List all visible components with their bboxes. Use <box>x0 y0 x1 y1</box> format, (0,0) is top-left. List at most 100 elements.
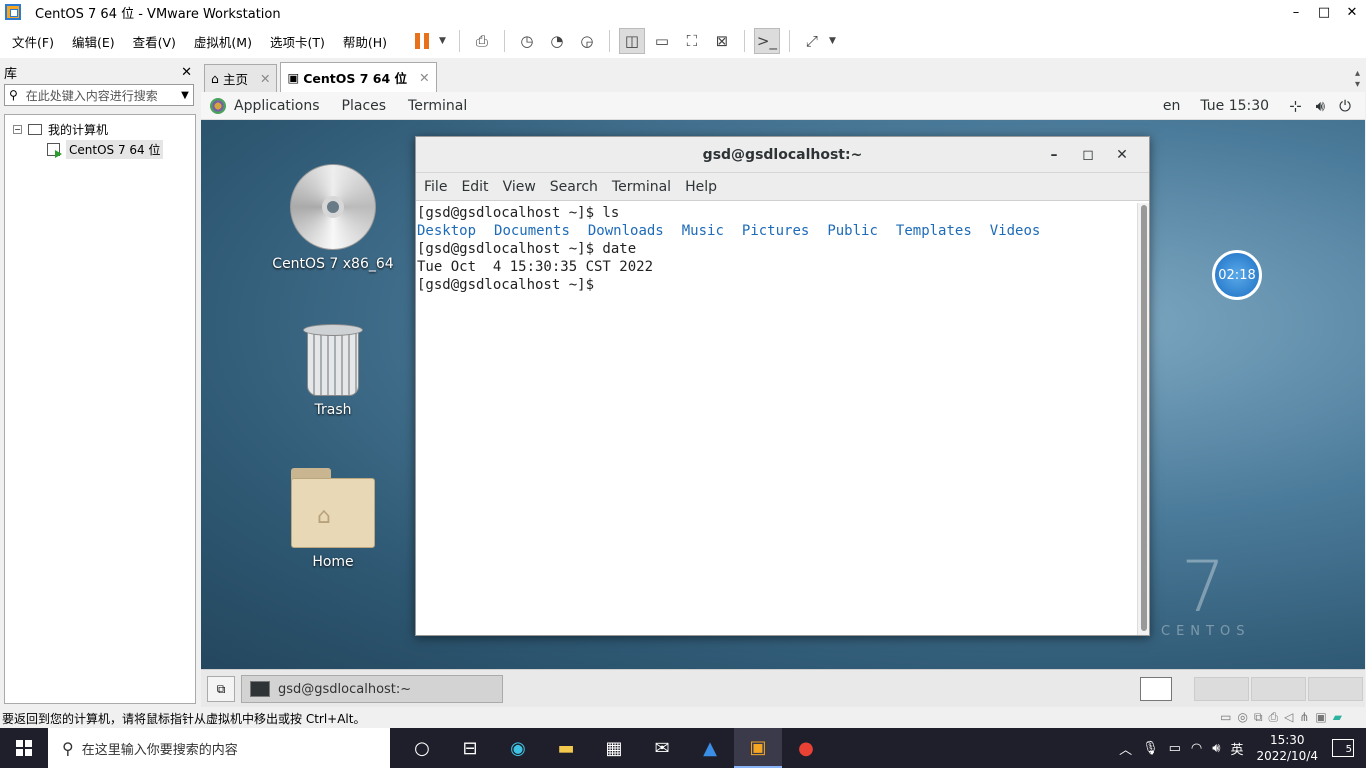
optical-disc-icon <box>290 164 376 250</box>
tree-item-my-computer[interactable]: − 我的计算机 <box>5 119 195 139</box>
terminal-maximize-button[interactable]: ◻ <box>1071 147 1105 163</box>
floating-clock-widget[interactable]: 02:18 <box>1212 250 1262 300</box>
desktop-icon-disc[interactable]: CentOS 7 x86_64 <box>268 164 398 272</box>
terminal-minimize-button[interactable]: – <box>1037 147 1071 163</box>
usb-icon[interactable]: ⋔ <box>1299 710 1309 725</box>
desktop-icon-trash[interactable]: Trash <box>268 324 398 418</box>
tab-centos-vm[interactable]: ▣ CentOS 7 64 位 ✕ <box>280 62 437 92</box>
mail-icon[interactable]: ✉ <box>638 728 686 768</box>
sound-card-icon[interactable]: ◁ <box>1284 710 1293 725</box>
scrollbar-thumb[interactable] <box>1141 205 1147 631</box>
volume-icon[interactable]: 🔊︎ <box>1212 741 1220 756</box>
search-icon: ⚲ <box>9 88 18 102</box>
notification-center-icon[interactable]: 5 <box>1332 739 1354 757</box>
console-view-icon[interactable]: >_ <box>753 28 780 54</box>
thumbnail-bar-icon[interactable]: ▭ <box>649 28 675 54</box>
file-explorer-icon[interactable]: ▬ <box>542 728 590 768</box>
network-adapter-icon[interactable]: ⧉ <box>1254 710 1263 725</box>
window-title: CentOS 7 64 位 - VMware Workstation <box>35 6 281 22</box>
taskbar-clock[interactable]: 15:30 2022/10/4 <box>1256 732 1318 764</box>
show-hidden-icons[interactable]: ︿ <box>1119 739 1132 758</box>
printer-icon[interactable]: ⎙ <box>1269 710 1279 725</box>
close-button[interactable]: ✕ <box>1338 0 1366 24</box>
workspace-3[interactable] <box>1251 677 1306 701</box>
terminal-menu-search[interactable]: Search <box>550 179 598 195</box>
send-ctrl-alt-del-icon[interactable]: ⎙ <box>469 28 495 54</box>
network-icon[interactable]: ⊹ <box>1289 97 1302 115</box>
terminal-output[interactable]: [gsd@gsdlocalhost ~]$ ls Desktop Documen… <box>416 203 1138 635</box>
minimize-button[interactable]: – <box>1282 0 1310 24</box>
cortana-icon[interactable]: ○ <box>398 728 446 768</box>
maximize-button[interactable]: □ <box>1310 0 1338 24</box>
terminal-close-button[interactable]: ✕ <box>1105 147 1139 163</box>
menu-help[interactable]: 帮助(H) <box>337 32 393 51</box>
toolbar-separator <box>503 30 505 52</box>
app-icon[interactable]: ▲ <box>686 728 734 768</box>
snapshot-manager-icon[interactable]: ◶ <box>574 28 600 54</box>
gnome-clock[interactable]: Tue 15:30 <box>1200 98 1269 114</box>
task-view-icon[interactable]: ⊟ <box>446 728 494 768</box>
battery-icon[interactable]: ▭ <box>1169 741 1181 756</box>
fullscreen-icon[interactable]: ⛶ <box>679 28 705 54</box>
chrome-icon[interactable]: ● <box>782 728 830 768</box>
terminal-window[interactable]: gsd@gsdlocalhost:~ – ◻ ✕ File Edit View … <box>415 136 1150 636</box>
menu-edit[interactable]: 编辑(E) <box>66 32 121 51</box>
tab-home[interactable]: ⌂ 主页 ✕ <box>204 64 278 92</box>
tab-scroll-icon[interactable]: ▴ ▾ <box>1355 68 1360 90</box>
tab-centos-close-icon[interactable]: ✕ <box>419 70 429 85</box>
show-desktop-icon[interactable]: ⧉ <box>207 676 235 702</box>
terminal-titlebar[interactable]: gsd@gsdlocalhost:~ – ◻ ✕ <box>416 137 1149 173</box>
terminal-scrollbar[interactable] <box>1137 203 1149 635</box>
window-list-terminal[interactable]: gsd@gsdlocalhost:~ <box>241 675 503 703</box>
gnome-places-menu[interactable]: Places <box>342 98 387 114</box>
gnome-applications-menu[interactable]: Applications <box>234 98 320 114</box>
menu-view[interactable]: 查看(V) <box>127 32 182 51</box>
workspace-4[interactable] <box>1308 677 1363 701</box>
power-icon[interactable]: ⏻ <box>1339 97 1351 115</box>
unity-icon[interactable]: ⊠ <box>709 28 735 54</box>
store-icon[interactable]: ▦ <box>590 728 638 768</box>
revert-snapshot-icon[interactable]: ◔ <box>544 28 570 54</box>
edge-icon[interactable]: ◉ <box>494 728 542 768</box>
menu-tabs[interactable]: 选项卡(T) <box>264 32 331 51</box>
microphone-icon[interactable]: 🎙︎ <box>1142 741 1159 756</box>
workspace-2[interactable] <box>1194 677 1249 701</box>
tree-item-centos-vm[interactable]: CentOS 7 64 位 <box>5 139 195 159</box>
message-icon[interactable]: ▰ <box>1333 710 1342 725</box>
snapshot-icon[interactable]: ◷ <box>514 28 540 54</box>
desktop-icon-home[interactable]: ⌂ Home <box>268 468 398 570</box>
library-search-placeholder: 在此处键入内容进行搜索 <box>25 88 158 103</box>
taskbar-search-box[interactable]: ⚲ 在这里输入你要搜索的内容 <box>48 728 390 768</box>
stretch-dropdown-icon[interactable]: ▼ <box>829 36 836 46</box>
terminal-menu-edit[interactable]: Edit <box>461 179 488 195</box>
cd-drive-icon[interactable]: ◎ <box>1237 710 1247 725</box>
hard-disk-icon[interactable]: ▭ <box>1220 710 1231 725</box>
show-library-icon[interactable]: ◫ <box>618 28 645 54</box>
vm-screen[interactable]: Applications Places Terminal en Tue 15:3… <box>201 92 1365 669</box>
library-search-input[interactable]: ⚲ 在此处键入内容进行搜索 ▼ <box>4 84 194 106</box>
wifi-icon[interactable]: ◠ <box>1191 741 1202 756</box>
start-button[interactable] <box>0 728 48 768</box>
gnome-language-indicator[interactable]: en <box>1163 98 1181 114</box>
collapse-icon[interactable]: − <box>13 124 22 134</box>
gnome-terminal-menu[interactable]: Terminal <box>408 98 467 114</box>
terminal-menu-help[interactable]: Help <box>685 179 717 195</box>
terminal-title: gsd@gsdlocalhost:~ <box>702 146 863 163</box>
taskbar-apps: ○ ⊟ ◉ ▬ ▦ ✉ ▲ ▣ ● <box>398 728 830 768</box>
pause-dropdown-icon[interactable]: ▼ <box>439 36 446 46</box>
pause-vm-button[interactable] <box>409 28 435 54</box>
menu-file[interactable]: 文件(F) <box>6 32 60 51</box>
display-icon[interactable]: ▣ <box>1315 710 1326 725</box>
search-dropdown-icon[interactable]: ▼ <box>177 90 193 101</box>
menu-vm[interactable]: 虚拟机(M) <box>188 32 258 51</box>
library-close-icon[interactable]: ✕ <box>181 65 192 80</box>
volume-icon[interactable]: 🔊︎ <box>1316 97 1325 115</box>
ime-indicator[interactable]: 英 <box>1230 739 1243 758</box>
terminal-menu-terminal[interactable]: Terminal <box>612 179 671 195</box>
terminal-menu-view[interactable]: View <box>503 179 536 195</box>
workspace-1[interactable] <box>1140 677 1172 701</box>
tab-home-close-icon[interactable]: ✕ <box>260 71 270 86</box>
vmware-taskbar-icon[interactable]: ▣ <box>734 728 782 768</box>
terminal-menu-file[interactable]: File <box>424 179 447 195</box>
stretch-guest-icon[interactable]: ⤢ <box>799 28 825 54</box>
